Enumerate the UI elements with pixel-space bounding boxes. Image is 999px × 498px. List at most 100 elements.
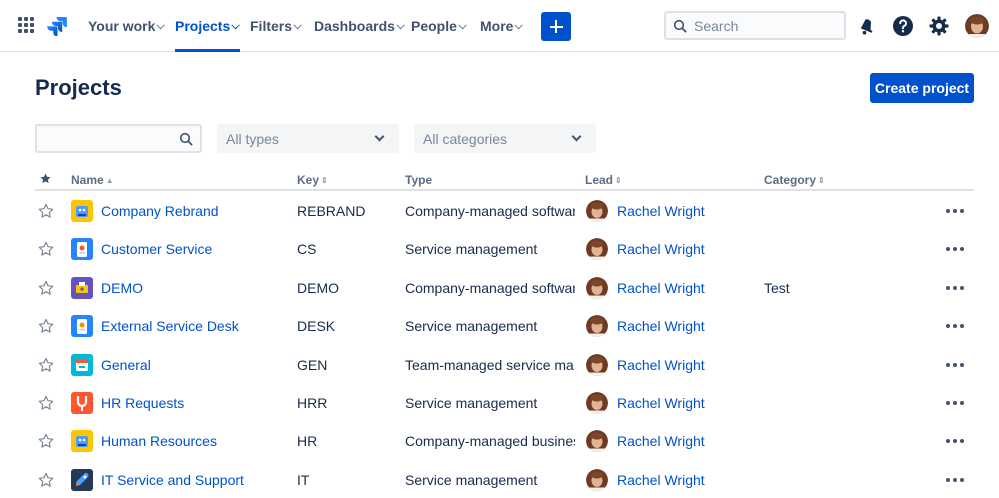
project-category xyxy=(764,422,924,460)
project-name-link[interactable]: DEMO xyxy=(101,269,291,307)
nav-more[interactable]: More xyxy=(480,0,524,52)
lead-avatar xyxy=(586,276,608,299)
starred-column-icon[interactable] xyxy=(40,173,51,184)
chevron-down-icon xyxy=(374,131,385,142)
project-lead-link[interactable]: Rachel Wright xyxy=(617,307,747,345)
table-row: External Service Desk DESK Service manag… xyxy=(35,307,974,345)
nav-projects[interactable]: Projects xyxy=(175,0,241,52)
project-search-input[interactable] xyxy=(43,129,173,148)
project-lead-link[interactable]: Rachel Wright xyxy=(617,461,747,498)
table-row: Customer Service CS Service management R… xyxy=(35,230,974,268)
project-category xyxy=(764,346,924,384)
category-filter-select[interactable]: All categories xyxy=(414,124,596,153)
project-type: Team-managed service ma... xyxy=(405,356,575,373)
project-name-link[interactable]: Customer Service xyxy=(101,230,291,268)
project-category: Test xyxy=(764,279,790,296)
lead-avatar xyxy=(586,468,608,491)
nav-dashboards[interactable]: Dashboards xyxy=(314,0,405,52)
chevron-down-icon xyxy=(156,20,166,30)
project-type: Service management xyxy=(405,395,538,411)
column-header-type: Type xyxy=(405,173,433,187)
hr-requests-project-icon xyxy=(71,392,93,414)
notifications-bell-icon[interactable] xyxy=(855,14,879,38)
rebrand-project-icon xyxy=(71,200,93,222)
lead-avatar xyxy=(586,200,608,222)
help-icon[interactable] xyxy=(891,14,915,38)
column-header-category[interactable]: Category ⇕ xyxy=(764,173,825,187)
project-key: CS xyxy=(297,241,317,258)
create-project-button[interactable]: Create project xyxy=(870,73,974,103)
sort-icon: ⇕ xyxy=(818,176,825,185)
customer-service-project-icon xyxy=(71,238,93,261)
search-icon xyxy=(673,19,687,33)
project-lead-link[interactable]: Rachel Wright xyxy=(617,346,747,384)
create-plus-button[interactable] xyxy=(541,12,571,41)
project-name-link[interactable]: HR Requests xyxy=(101,384,291,422)
search-icon xyxy=(179,132,193,146)
project-category xyxy=(764,307,924,345)
it-support-project-icon xyxy=(71,468,93,491)
star-icon[interactable] xyxy=(38,280,54,296)
page-title: Projects xyxy=(35,75,122,100)
more-actions-icon[interactable] xyxy=(946,285,965,291)
more-actions-icon[interactable] xyxy=(946,362,965,368)
chevron-down-icon xyxy=(514,20,524,30)
more-actions-icon[interactable] xyxy=(946,247,965,252)
star-icon[interactable] xyxy=(38,241,54,257)
project-key: REBRAND xyxy=(297,203,366,219)
project-key: GEN xyxy=(297,356,328,373)
project-lead-link[interactable]: Rachel Wright xyxy=(617,422,747,460)
more-actions-icon[interactable] xyxy=(946,401,965,406)
jira-logo-icon[interactable] xyxy=(47,16,67,36)
project-name-link[interactable]: Company Rebrand xyxy=(101,192,291,230)
more-actions-icon[interactable] xyxy=(946,477,965,483)
more-actions-icon[interactable] xyxy=(946,439,965,444)
star-icon[interactable] xyxy=(38,203,54,219)
column-header-key[interactable]: Key ⇕ xyxy=(297,173,328,187)
project-key: DESK xyxy=(297,318,336,335)
global-search[interactable] xyxy=(664,11,846,40)
project-lead-link[interactable]: Rachel Wright xyxy=(617,269,747,307)
star-icon[interactable] xyxy=(38,318,54,334)
general-project-icon xyxy=(71,353,93,376)
nav-people[interactable]: People xyxy=(411,0,467,52)
star-icon[interactable] xyxy=(38,357,54,373)
project-type: Company-managed software xyxy=(405,279,575,296)
table-row: Company Rebrand REBRAND Company-managed … xyxy=(35,192,974,230)
project-name-link[interactable]: General xyxy=(101,346,291,384)
settings-gear-icon[interactable] xyxy=(927,14,951,38)
project-lead-link[interactable]: Rachel Wright xyxy=(617,192,747,230)
global-search-input[interactable] xyxy=(694,15,834,36)
type-filter-select[interactable]: All types xyxy=(217,124,399,153)
project-category xyxy=(764,230,924,268)
project-name-link[interactable]: Human Resources xyxy=(101,422,291,460)
project-lead-link[interactable]: Rachel Wright xyxy=(617,230,747,268)
star-icon[interactable] xyxy=(38,433,54,449)
project-category xyxy=(764,461,924,498)
project-key: HR xyxy=(297,433,318,450)
human-resources-project-icon xyxy=(71,430,93,453)
project-name-link[interactable]: External Service Desk xyxy=(101,307,291,345)
nav-filters[interactable]: Filters xyxy=(250,0,302,52)
project-key: IT xyxy=(297,471,310,488)
chevron-down-icon xyxy=(396,20,405,30)
user-avatar[interactable] xyxy=(965,14,989,38)
star-icon[interactable] xyxy=(38,472,54,488)
project-type: Service management xyxy=(405,318,538,335)
project-name-link[interactable]: IT Service and Support xyxy=(101,461,291,498)
lead-avatar xyxy=(586,353,608,376)
project-lead-link[interactable]: Rachel Wright xyxy=(617,384,747,422)
project-type: Company-managed business xyxy=(405,433,575,450)
column-header-lead[interactable]: Lead ⇕ xyxy=(585,173,622,187)
sort-icon: ⇕ xyxy=(615,176,622,185)
chevron-down-icon xyxy=(293,20,302,30)
column-header-name[interactable]: Name ▲ xyxy=(71,173,114,187)
project-type: Service management xyxy=(405,241,538,258)
more-actions-icon[interactable] xyxy=(946,324,965,329)
project-search[interactable] xyxy=(35,124,202,153)
app-switcher-icon[interactable] xyxy=(18,17,34,33)
star-icon[interactable] xyxy=(38,395,54,411)
lead-avatar xyxy=(586,315,608,338)
more-actions-icon[interactable] xyxy=(946,209,965,214)
nav-your-work[interactable]: Your work xyxy=(88,0,166,52)
